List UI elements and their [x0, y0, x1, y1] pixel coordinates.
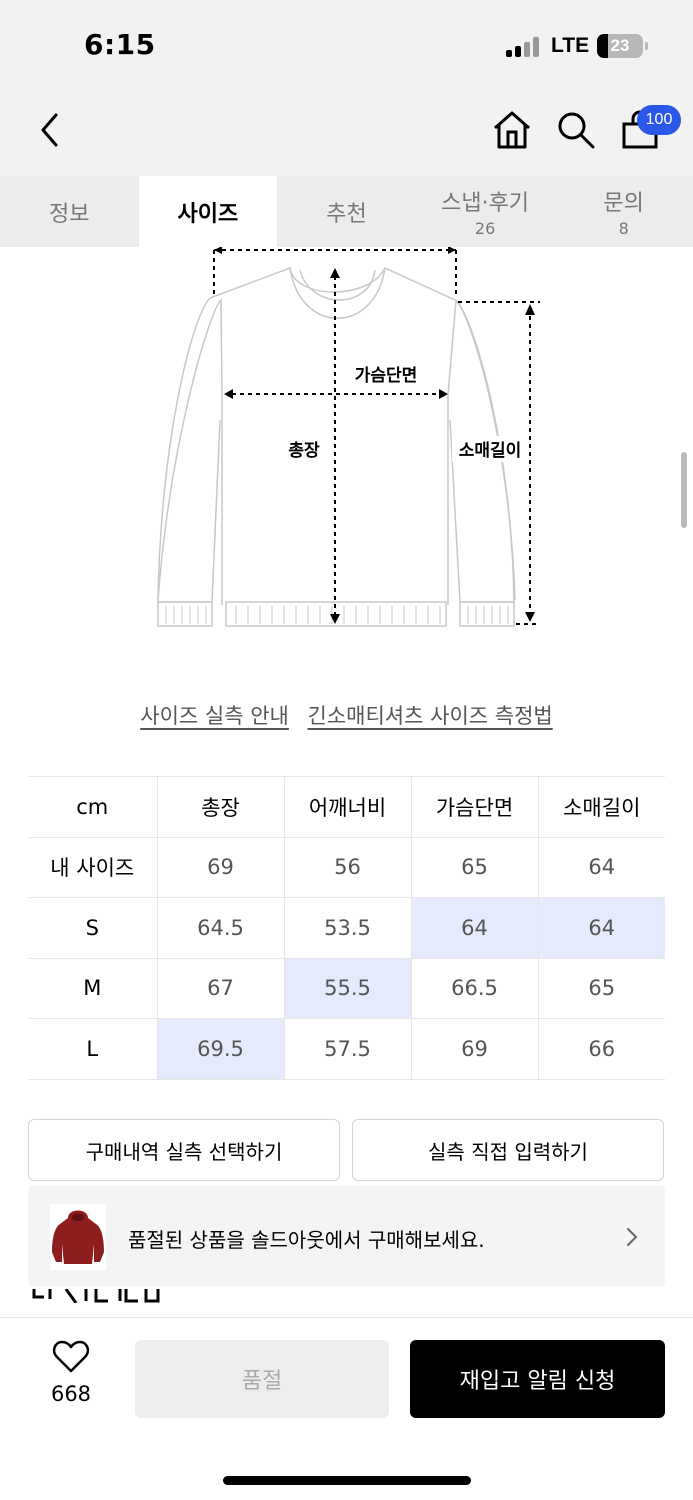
- home-indicator: [223, 1476, 471, 1485]
- table-cell: 57.5: [283, 1018, 411, 1080]
- tab-label: 추천: [326, 201, 367, 227]
- table-cell: 56: [283, 836, 411, 898]
- row-label: M: [28, 957, 157, 1019]
- manual-measure-input-button[interactable]: 실측 직접 입력하기: [352, 1119, 664, 1181]
- chest-label: 가슴단면: [355, 366, 418, 386]
- tab-count: 8: [618, 219, 629, 238]
- tab-label: 사이즈: [177, 201, 239, 227]
- table-header-row: cm 총장 어깨너비 가슴단면 소매길이: [28, 776, 665, 838]
- hoodie-thumbnail: [50, 1204, 106, 1270]
- restock-notify-button[interactable]: 재입고 알림 신청: [410, 1340, 665, 1418]
- table-cell-highlight: 64: [410, 897, 538, 959]
- tab-size[interactable]: 사이즈: [138, 176, 278, 247]
- table-cell: 66: [537, 1018, 665, 1080]
- banner-text: 품절된 상품을 솔드아웃에서 구매해보세요.: [128, 1228, 485, 1252]
- status-time: 6:15: [84, 28, 156, 61]
- battery-level: 23: [610, 36, 630, 55]
- tab-label: 문의: [603, 191, 644, 216]
- tab-label: 정보: [49, 201, 90, 227]
- table-cell: 69: [410, 1018, 538, 1080]
- tab-recommend[interactable]: 추천: [277, 176, 416, 247]
- table-header: 가슴단면: [410, 776, 538, 838]
- battery-tip: [645, 42, 648, 50]
- table-cell-highlight: 55.5: [283, 957, 411, 1019]
- table-header: 총장: [156, 776, 284, 838]
- cut-off-text-fragment: [32, 1289, 160, 1303]
- size-guide-links: 사이즈 실측 안내 긴소매티셔츠 사이즈 측정법: [0, 700, 693, 730]
- soldout-button[interactable]: 품절: [135, 1340, 389, 1418]
- cart-badge: 100: [637, 105, 681, 135]
- section-heading-peek: [30, 1289, 170, 1303]
- search-button[interactable]: [556, 110, 596, 154]
- table-cell: 67: [156, 957, 284, 1019]
- tab-snap-review[interactable]: 스냅·후기 26: [416, 176, 555, 247]
- network-label: LTE: [551, 34, 590, 57]
- row-label: S: [28, 897, 157, 959]
- length-label: 총장: [288, 441, 320, 461]
- table-header: cm: [28, 776, 157, 838]
- purchase-history-measure-button[interactable]: 구매내역 실측 선택하기: [28, 1119, 340, 1181]
- size-table: cm 총장 어깨너비 가슴단면 소매길이 내 사이즈 69 56 65 64 S…: [28, 776, 665, 1080]
- table-row: 내 사이즈 69 56 65 64: [28, 836, 665, 898]
- home-button[interactable]: [492, 110, 532, 154]
- like-button[interactable]: 668: [40, 1340, 102, 1406]
- table-cell: 53.5: [283, 897, 411, 959]
- tab-info[interactable]: 정보: [0, 176, 139, 247]
- soldout-banner[interactable]: 품절된 상품을 솔드아웃에서 구매해보세요.: [28, 1186, 665, 1286]
- home-icon: [494, 111, 530, 149]
- chevron-right-icon: [627, 1228, 637, 1246]
- measure-method-link[interactable]: 긴소매티셔츠 사이즈 측정법: [308, 704, 553, 728]
- table-header: 소매길이: [537, 776, 665, 838]
- table-row: M 67 55.5 66.5 65: [28, 957, 665, 1019]
- table-cell: 69: [156, 836, 284, 898]
- heart-icon: [52, 1340, 90, 1373]
- tab-label: 스냅·후기: [441, 191, 530, 216]
- signal-icon: [506, 37, 542, 57]
- table-cell: 64.5: [156, 897, 284, 959]
- size-diagram: 가슴단면 총장 소매길이: [157, 247, 540, 627]
- tab-count: 26: [474, 219, 496, 238]
- table-header: 어깨너비: [283, 776, 411, 838]
- table-cell: 66.5: [410, 957, 538, 1019]
- tab-inquiry[interactable]: 문의 8: [554, 176, 693, 247]
- scrollbar[interactable]: [681, 452, 687, 528]
- back-icon: [41, 113, 58, 147]
- table-row: L 69.5 57.5 69 66: [28, 1018, 665, 1080]
- like-count: 668: [50, 1382, 92, 1406]
- sleeve-label: 소매길이: [459, 441, 522, 461]
- status-bar: 6:15 LTE 23: [0, 0, 693, 92]
- search-icon: [558, 112, 595, 149]
- table-row: S 64.5 53.5 64 64: [28, 897, 665, 959]
- row-label: 내 사이즈: [28, 836, 157, 898]
- table-cell: 64: [537, 836, 665, 898]
- table-cell: 65: [537, 957, 665, 1019]
- row-label: L: [28, 1018, 157, 1080]
- table-cell: 65: [410, 836, 538, 898]
- size-guide-link[interactable]: 사이즈 실측 안내: [140, 704, 289, 728]
- back-button[interactable]: [36, 112, 64, 152]
- battery-icon: 23: [597, 34, 643, 58]
- table-cell-highlight: 64: [537, 897, 665, 959]
- table-cell-highlight: 69.5: [156, 1018, 284, 1080]
- tab-bar: 정보 사이즈 추천 스냅·후기 26 문의 8: [0, 176, 693, 247]
